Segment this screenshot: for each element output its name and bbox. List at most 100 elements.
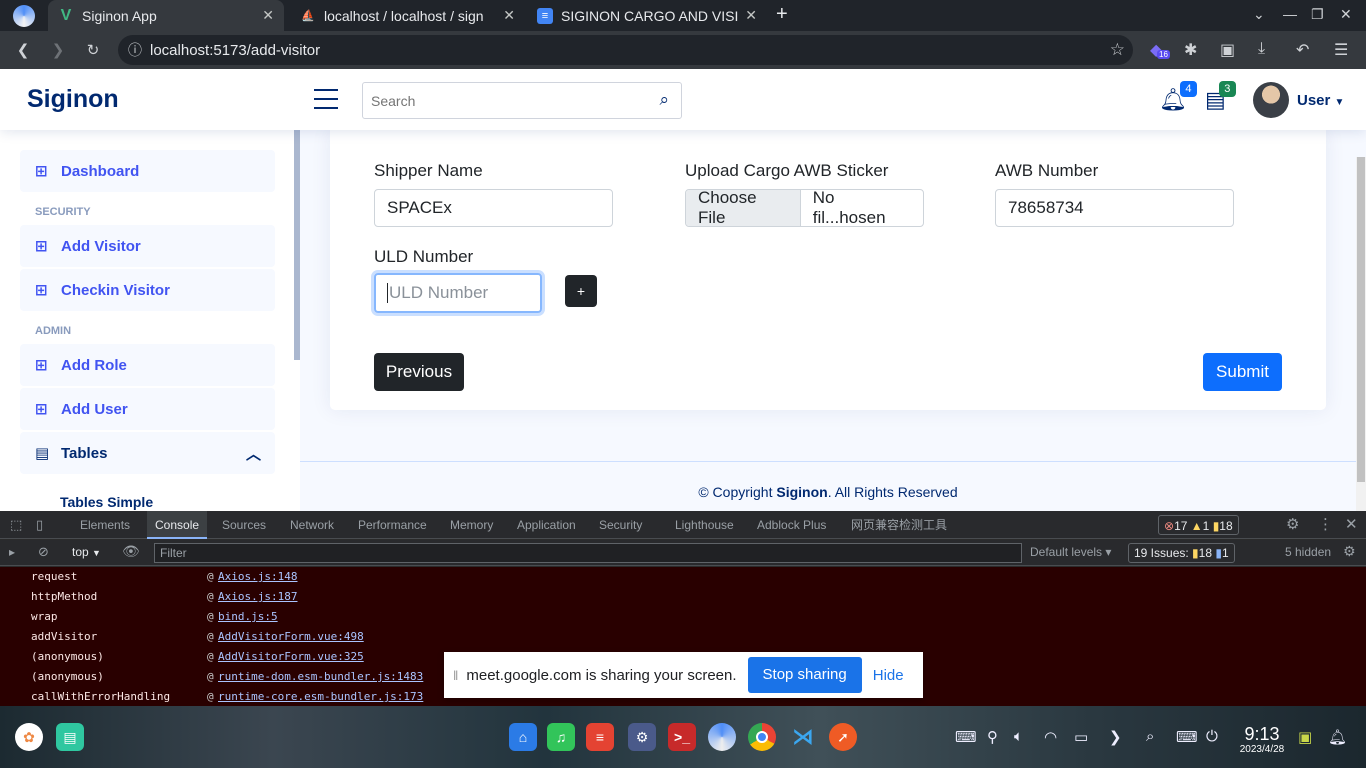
stack-source-link[interactable]: Axios.js:148 bbox=[218, 570, 297, 583]
search-input[interactable] bbox=[363, 83, 643, 118]
user-dropdown[interactable]: User ▼ bbox=[1297, 92, 1344, 109]
battery-icon[interactable]: ▭ bbox=[1074, 728, 1088, 746]
menu-icon[interactable]: ☰ bbox=[1334, 40, 1348, 60]
submit-button[interactable]: Submit bbox=[1203, 353, 1282, 391]
extension-icon[interactable]: ◆ 16 bbox=[1150, 40, 1170, 60]
hamburger-menu-icon[interactable] bbox=[314, 89, 338, 109]
bookmark-star-icon[interactable]: ☆ bbox=[1110, 40, 1125, 60]
sidebar-item-add-role[interactable]: ⊞ Add Role bbox=[20, 344, 275, 386]
sidebar-item-dashboard[interactable]: ⊞ Dashboard bbox=[20, 150, 275, 192]
app-store-icon[interactable]: ⌂ bbox=[509, 723, 537, 751]
notifications-bell-icon[interactable]: 🔔︎ 4 bbox=[1159, 81, 1197, 113]
app-logo[interactable]: Siginon bbox=[27, 85, 119, 114]
tab-siginon-app[interactable]: V Siginon App ✕ bbox=[48, 0, 284, 31]
devtools-more-icon[interactable]: ⋮ bbox=[1318, 511, 1333, 539]
sidebar-toggle-icon[interactable]: ▸ bbox=[9, 545, 15, 559]
choose-file-button[interactable]: Choose File bbox=[686, 190, 801, 226]
info-icon[interactable]: ⓘ bbox=[128, 40, 142, 60]
close-tab-icon[interactable]: ✕ bbox=[745, 7, 757, 24]
input-method-icon[interactable]: ⌨ bbox=[1176, 728, 1198, 746]
stop-sharing-button[interactable]: Stop sharing bbox=[747, 657, 862, 693]
chrome-icon[interactable] bbox=[748, 723, 776, 751]
undo-icon[interactable]: ↶ bbox=[1296, 40, 1309, 60]
multitask-view-icon[interactable]: ▤ bbox=[56, 723, 84, 751]
new-tab-button[interactable]: + bbox=[776, 3, 788, 26]
stack-source-link[interactable]: runtime-dom.esm-bundler.js:1483 bbox=[218, 670, 423, 683]
console-settings-icon[interactable]: ⚙ bbox=[1343, 543, 1356, 560]
tab-application[interactable]: Application bbox=[517, 511, 576, 539]
uld-number-input[interactable]: ULD Number bbox=[374, 273, 542, 313]
messages-icon[interactable]: ▤ 3 bbox=[1205, 81, 1236, 113]
stack-source-link[interactable]: runtime-core.esm-bundler.js:173 bbox=[218, 690, 423, 703]
console-filter-input[interactable]: Filter bbox=[154, 543, 1022, 563]
close-window-button[interactable]: ✕ bbox=[1340, 6, 1352, 23]
drag-handle-icon[interactable]: ‖ bbox=[453, 668, 458, 683]
awb-number-input[interactable]: 78658734 bbox=[995, 189, 1234, 227]
clear-console-icon[interactable]: ⊘ bbox=[38, 544, 49, 560]
puzzle-icon[interactable]: ✱ bbox=[1184, 40, 1197, 60]
stack-source-link[interactable]: Axios.js:187 bbox=[218, 590, 297, 603]
stack-source-link[interactable]: AddVisitorForm.vue:325 bbox=[218, 650, 364, 663]
tab-google-doc[interactable]: ≡ SIGINON CARGO AND VISI ✕ bbox=[527, 0, 767, 31]
browser-icon[interactable] bbox=[708, 723, 736, 751]
forward-button[interactable]: ❯ bbox=[45, 37, 71, 63]
usb-icon[interactable]: ⚲ bbox=[987, 728, 998, 746]
avatar[interactable] bbox=[1253, 82, 1289, 118]
power-icon[interactable]: ⏻ bbox=[1206, 728, 1218, 745]
tab-memory[interactable]: Memory bbox=[450, 511, 493, 539]
sidebar-item-checkin-visitor[interactable]: ⊞ Checkin Visitor bbox=[20, 269, 275, 311]
tab-elements[interactable]: Elements bbox=[80, 511, 130, 539]
music-icon[interactable]: ♫ bbox=[547, 723, 575, 751]
expand-tray-icon[interactable]: ❯ bbox=[1109, 728, 1122, 746]
devtools-close-icon[interactable]: ✕ bbox=[1345, 511, 1358, 539]
address-bar[interactable]: ⓘ localhost:5173/add-visitor ☆ bbox=[118, 35, 1133, 65]
context-selector[interactable]: top ▼ bbox=[72, 545, 101, 559]
shipper-name-input[interactable]: SPACEx bbox=[374, 189, 613, 227]
device-toggle-icon[interactable]: ▯ bbox=[36, 511, 43, 539]
download-icon[interactable]: ⤓ bbox=[1258, 40, 1265, 58]
hide-button[interactable]: Hide bbox=[873, 667, 904, 684]
tab-console[interactable]: Console bbox=[147, 511, 208, 539]
close-tab-icon[interactable]: ✕ bbox=[503, 7, 515, 24]
vscode-icon[interactable]: ⋊ bbox=[789, 723, 817, 751]
tab-performance[interactable]: Performance bbox=[358, 511, 427, 539]
page-scrollbar[interactable] bbox=[1356, 157, 1366, 511]
console-counts[interactable]: ⊗17 ▲1 ▮18 bbox=[1158, 515, 1239, 535]
devtools-settings-icon[interactable]: ⚙ bbox=[1286, 511, 1299, 539]
inspect-icon[interactable]: ⬚ bbox=[10, 511, 22, 539]
back-button[interactable]: ❮ bbox=[10, 37, 36, 63]
settings-icon[interactable]: ⚙ bbox=[628, 723, 656, 751]
wifi-icon[interactable]: ◠ bbox=[1044, 728, 1057, 746]
search-icon[interactable]: ⌕ bbox=[1146, 728, 1154, 745]
log-levels-dropdown[interactable]: Default levels ▾ bbox=[1030, 545, 1111, 559]
search-icon[interactable]: ⌕ bbox=[659, 90, 669, 110]
add-uld-button[interactable]: + bbox=[565, 275, 597, 307]
tab-compat-tool[interactable]: 网页兼容检测工具 bbox=[851, 511, 947, 539]
awb-sticker-file-input[interactable]: Choose File No fil...hosen bbox=[685, 189, 924, 227]
sidebar-item-add-user[interactable]: ⊞ Add User bbox=[20, 388, 275, 430]
sidebar-item-add-visitor[interactable]: ⊞ Add Visitor bbox=[20, 225, 275, 267]
tab-lighthouse[interactable]: Lighthouse bbox=[675, 511, 734, 539]
notification-center-icon[interactable]: 🔔︎ bbox=[1328, 728, 1347, 746]
tab-adblock-plus[interactable]: Adblock Plus bbox=[757, 511, 826, 539]
stack-source-link[interactable]: AddVisitorForm.vue:498 bbox=[218, 630, 364, 643]
keyboard-icon[interactable]: ⌨ bbox=[955, 728, 977, 746]
close-tab-icon[interactable]: ✕ bbox=[262, 7, 274, 24]
tray-app-icon[interactable]: ▣ bbox=[1298, 728, 1312, 746]
eye-icon[interactable]: 👁︎ bbox=[122, 543, 140, 560]
launcher-icon[interactable]: ✿ bbox=[15, 723, 43, 751]
tab-phpmyadmin[interactable]: ⛵ localhost / localhost / sign ✕ bbox=[290, 0, 525, 31]
tab-search-icon[interactable]: ⌄ bbox=[1253, 6, 1265, 23]
minimize-button[interactable]: — bbox=[1283, 6, 1297, 22]
sidebar-scrollbar[interactable] bbox=[294, 130, 300, 360]
tab-security[interactable]: Security bbox=[599, 511, 642, 539]
issues-button[interactable]: 19 Issues: ▮18 ▮1 bbox=[1128, 543, 1235, 563]
terminal-icon[interactable]: >_ bbox=[668, 723, 696, 751]
reload-button[interactable]: ↻ bbox=[80, 37, 106, 63]
save-icon[interactable]: ▣ bbox=[1220, 40, 1235, 60]
page-scrollbar-thumb[interactable] bbox=[1357, 157, 1365, 482]
clock-date[interactable]: 2023/4/28 bbox=[1237, 744, 1287, 755]
postman-icon[interactable]: ➚ bbox=[829, 723, 857, 751]
clock-time[interactable]: 9:13 bbox=[1237, 724, 1287, 745]
volume-icon[interactable]: 🔈︎ bbox=[1014, 728, 1023, 745]
